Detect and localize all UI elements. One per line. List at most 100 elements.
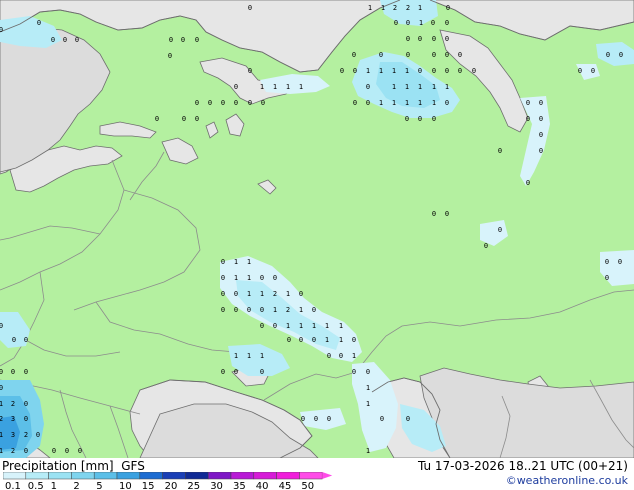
legend-tick-label: 45	[279, 481, 292, 490]
precip-value: 0	[248, 4, 252, 12]
precip-value: 0	[65, 447, 69, 455]
precip-value: 1	[234, 274, 238, 282]
precip-value: 1	[260, 290, 264, 298]
legend-arrow-icon	[322, 472, 333, 479]
legend-tick-label: 10	[119, 481, 132, 490]
precip-value: 1	[418, 83, 422, 91]
precip-value: 0	[75, 36, 79, 44]
precip-value: 1	[234, 258, 238, 266]
precip-value: 1	[299, 322, 303, 330]
precip-value: 2	[406, 4, 410, 12]
legend-color-swatch	[3, 472, 27, 480]
precip-value: 1	[368, 4, 372, 12]
precip-value: 0	[234, 290, 238, 298]
precip-value: 0	[418, 67, 422, 75]
precip-value: 1	[247, 352, 251, 360]
precip-value: 0	[24, 400, 28, 408]
precip-value: 0	[605, 274, 609, 282]
precip-value: 0	[0, 26, 3, 34]
precip-value: 0	[432, 51, 436, 59]
legend-tick-label: 5	[96, 481, 102, 490]
legend-color-swatch	[25, 472, 49, 480]
legend-color-swatch	[71, 472, 95, 480]
precip-value: 1	[339, 336, 343, 344]
precip-value: 1	[247, 258, 251, 266]
precip-value: 0	[619, 51, 623, 59]
precip-value: 0	[432, 115, 436, 123]
legend-color-swatch	[93, 472, 118, 480]
precip-value: 1	[366, 384, 370, 392]
precip-value: 1	[0, 447, 3, 455]
precip-value: 0	[605, 258, 609, 266]
precip-value: 0	[0, 322, 3, 330]
precip-value: 3	[11, 415, 15, 423]
precipitation-map: 0000000000112210001000000000000000001111…	[0, 0, 634, 459]
credit-link[interactable]: ©weatheronline.co.uk	[506, 474, 628, 487]
precip-value: 1	[0, 400, 3, 408]
precip-value: 2	[24, 431, 28, 439]
legend-color-swatch	[299, 472, 323, 480]
precip-value: 1	[392, 67, 396, 75]
precip-value: 0	[353, 67, 357, 75]
precip-value: 0	[247, 306, 251, 314]
precip-value: 0	[327, 352, 331, 360]
precip-value: 0	[221, 306, 225, 314]
precip-value: 1	[273, 306, 277, 314]
precip-value: 1	[260, 83, 264, 91]
precip-value: 0	[234, 368, 238, 376]
precip-value: 1	[405, 99, 409, 107]
precip-value: 0	[406, 35, 410, 43]
precip-value: 0	[169, 36, 173, 44]
precip-value: 0	[260, 306, 264, 314]
precip-value: 0	[195, 99, 199, 107]
precip-value: 0	[24, 336, 28, 344]
precip-value: 2	[0, 415, 3, 423]
precip-value: 1	[432, 99, 436, 107]
precip-value: 0	[445, 67, 449, 75]
precip-value: 0	[261, 99, 265, 107]
precip-value: 1	[273, 83, 277, 91]
precip-value: 0	[578, 67, 582, 75]
precip-value: 0	[12, 336, 16, 344]
precip-value: 0	[445, 19, 449, 27]
precip-value: 1	[325, 336, 329, 344]
precip-value: 0	[301, 415, 305, 423]
precip-value: 0	[36, 431, 40, 439]
precip-value: 0	[445, 210, 449, 218]
precip-value: 0	[445, 99, 449, 107]
precip-value: 0	[394, 19, 398, 27]
precip-value: 1	[325, 322, 329, 330]
precip-value: 0	[260, 274, 264, 282]
precip-value: 1	[312, 322, 316, 330]
legend-color-swatch	[230, 472, 255, 480]
precip-value: 0	[405, 115, 409, 123]
precip-value: 0	[221, 368, 225, 376]
precip-value: 0	[539, 147, 543, 155]
precip-value: 0	[24, 368, 28, 376]
precip-value: 0	[432, 67, 436, 75]
precip-value: 1	[339, 322, 343, 330]
precip-value: 0	[168, 52, 172, 60]
precip-value: 0	[418, 35, 422, 43]
precip-value: 0	[366, 368, 370, 376]
precip-value: 0	[221, 258, 225, 266]
precip-value: 1	[392, 83, 396, 91]
precip-value: 0	[181, 36, 185, 44]
precip-value: 1	[366, 447, 370, 455]
precip-value: 1	[379, 67, 383, 75]
precip-value: 0	[406, 415, 410, 423]
legend-tick-label: 20	[165, 481, 178, 490]
precip-value: 0	[248, 99, 252, 107]
precip-value: 0	[366, 83, 370, 91]
valid-time: Tu 17-03-2026 18..21 UTC (00+21)	[417, 459, 628, 473]
precip-value: 0	[366, 99, 370, 107]
precip-value: 0	[287, 336, 291, 344]
legend-color-swatch	[253, 472, 277, 480]
precip-value: 0	[526, 115, 530, 123]
precip-value: 0	[353, 99, 357, 107]
legend-color-swatch	[276, 472, 300, 480]
product-label: Precipitation [mm]	[2, 459, 114, 473]
precip-value: 1	[366, 400, 370, 408]
legend-color-swatch	[207, 472, 232, 480]
precip-value: 2	[286, 306, 290, 314]
